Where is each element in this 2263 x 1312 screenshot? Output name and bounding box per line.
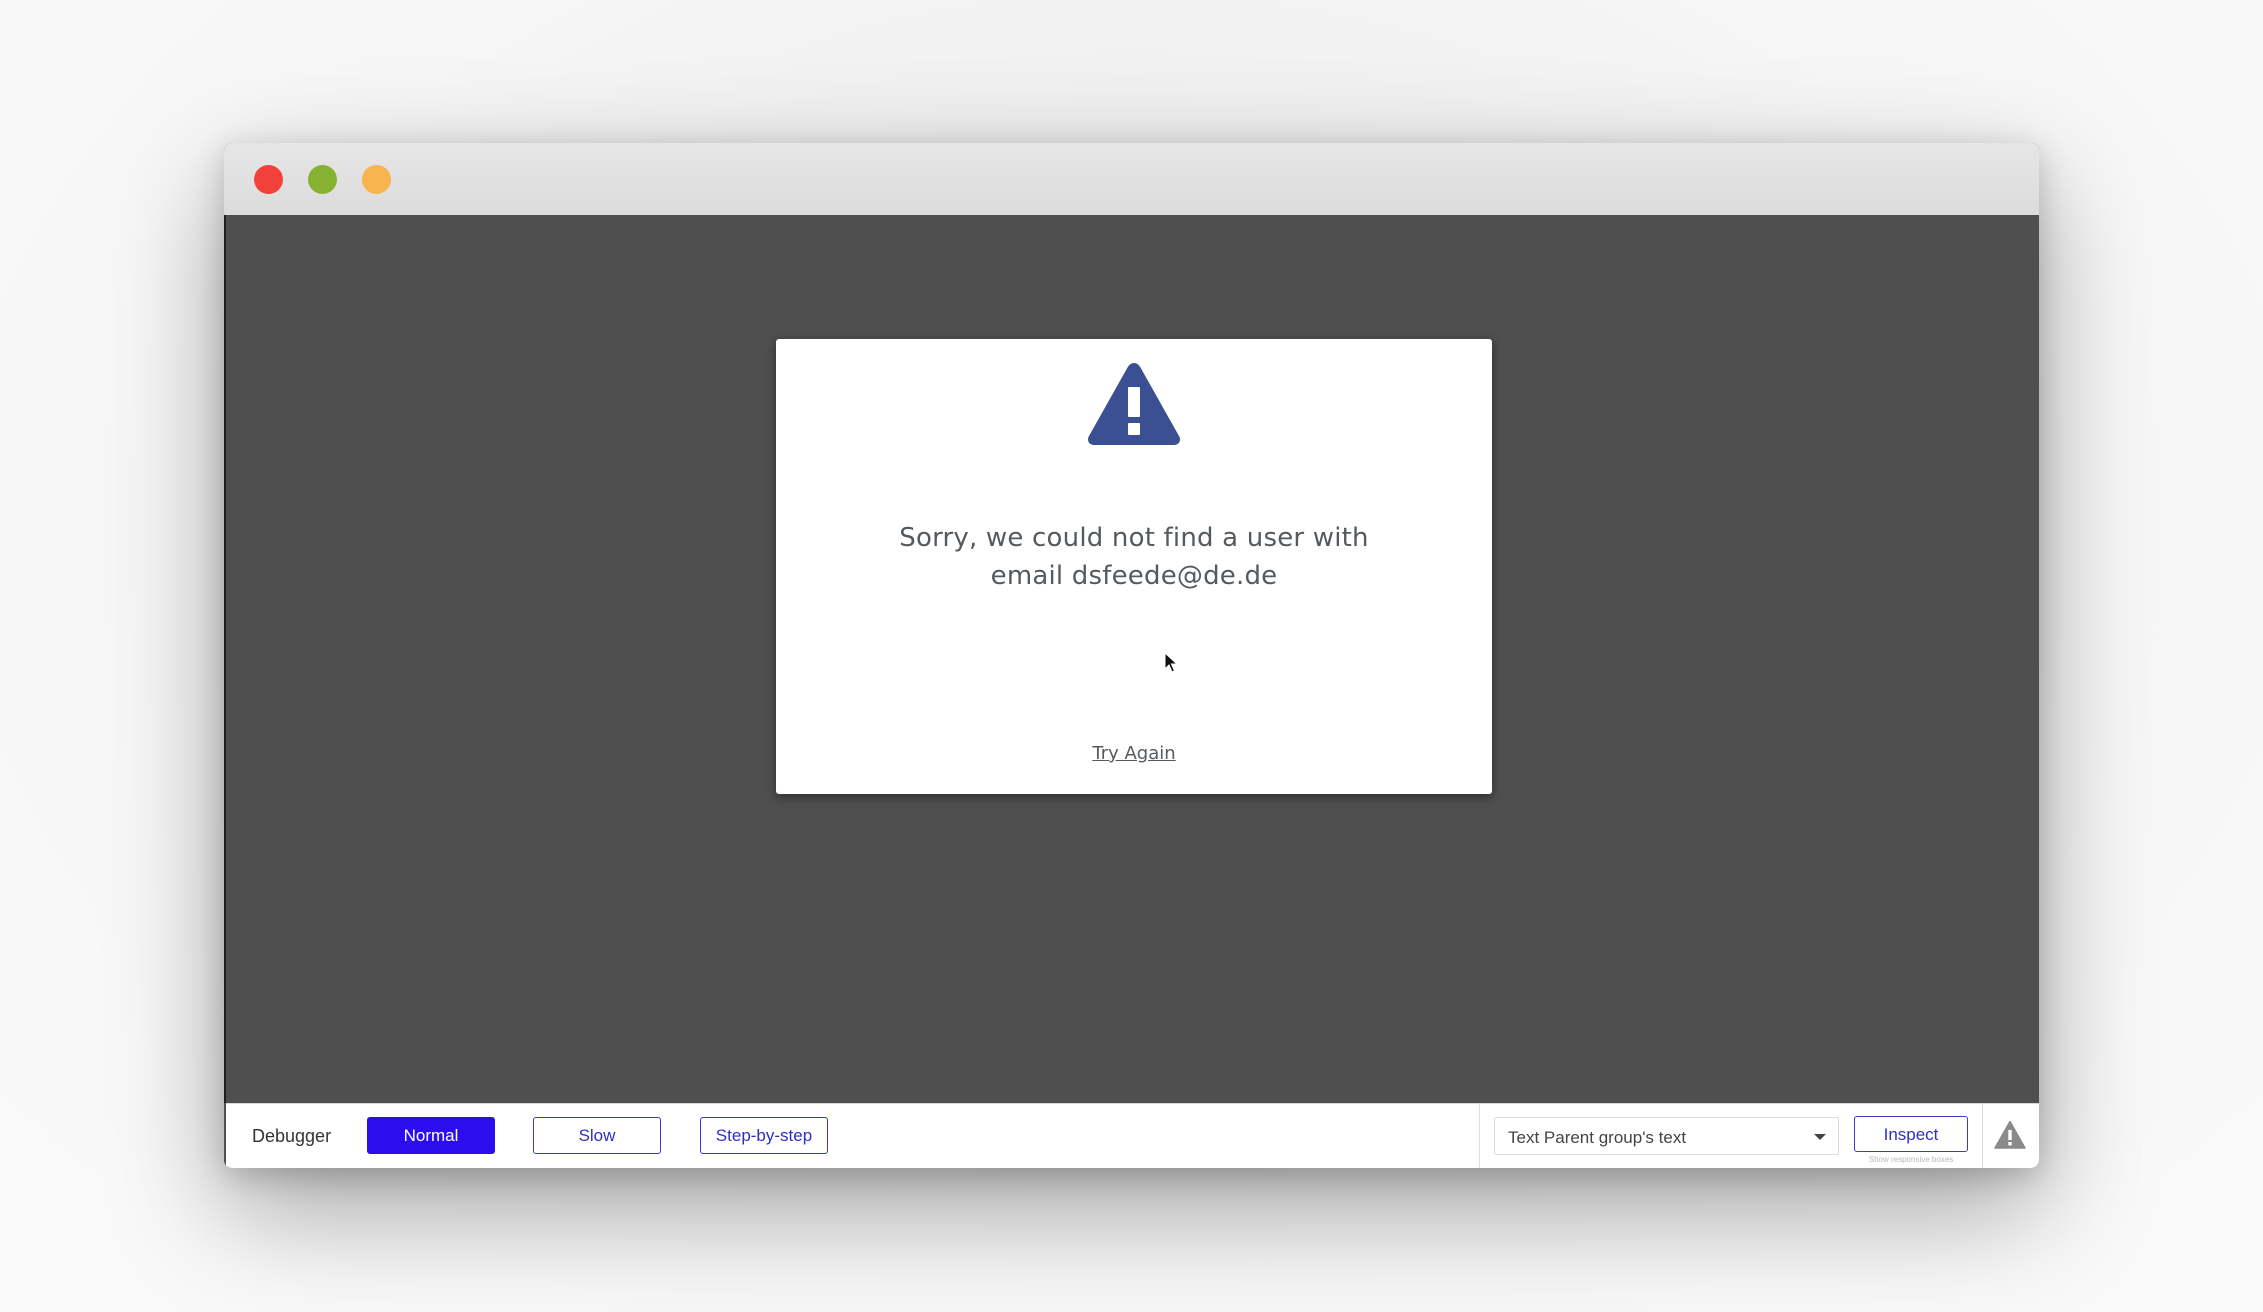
close-window-button[interactable] (254, 165, 283, 194)
chevron-down-icon (1814, 1134, 1826, 1140)
error-message-line-1: Sorry, we could not find a user with (899, 523, 1369, 553)
mode-normal-button[interactable]: Normal (367, 1117, 495, 1154)
title-bar (224, 143, 2039, 215)
issues-warning-icon[interactable] (1994, 1120, 2026, 1150)
toolbar-divider (1982, 1104, 1983, 1168)
warning-triangle-icon (1088, 363, 1180, 445)
try-again-link[interactable]: Try Again (776, 743, 1492, 764)
element-selector-dropdown[interactable]: Text Parent group's text (1494, 1117, 1839, 1155)
mouse-pointer-icon (1164, 652, 1178, 673)
app-window: Sorry, we could not find a user with ema… (224, 143, 2039, 1168)
inspect-button[interactable]: Inspect (1854, 1116, 1968, 1152)
error-message-line-2: email dsfeede@de.de (990, 561, 1278, 591)
mode-step-by-step-button[interactable]: Step-by-step (700, 1117, 828, 1154)
show-responsive-boxes-label: Show responsive boxes (1868, 1155, 1954, 1164)
element-selector-value: Text Parent group's text (1508, 1128, 1687, 1147)
maximize-window-button[interactable] (362, 165, 391, 194)
debugger-label: Debugger (252, 1126, 332, 1146)
debugger-toolbar: Debugger Normal Slow Step-by-step Text P… (226, 1103, 2039, 1168)
mode-slow-button[interactable]: Slow (533, 1117, 661, 1154)
app-viewport: Sorry, we could not find a user with ema… (224, 215, 2039, 1103)
error-message: Sorry, we could not find a user with ema… (776, 519, 1492, 595)
toolbar-divider (1479, 1104, 1480, 1168)
error-dialog: Sorry, we could not find a user with ema… (776, 339, 1492, 794)
minimize-window-button[interactable] (308, 165, 337, 194)
